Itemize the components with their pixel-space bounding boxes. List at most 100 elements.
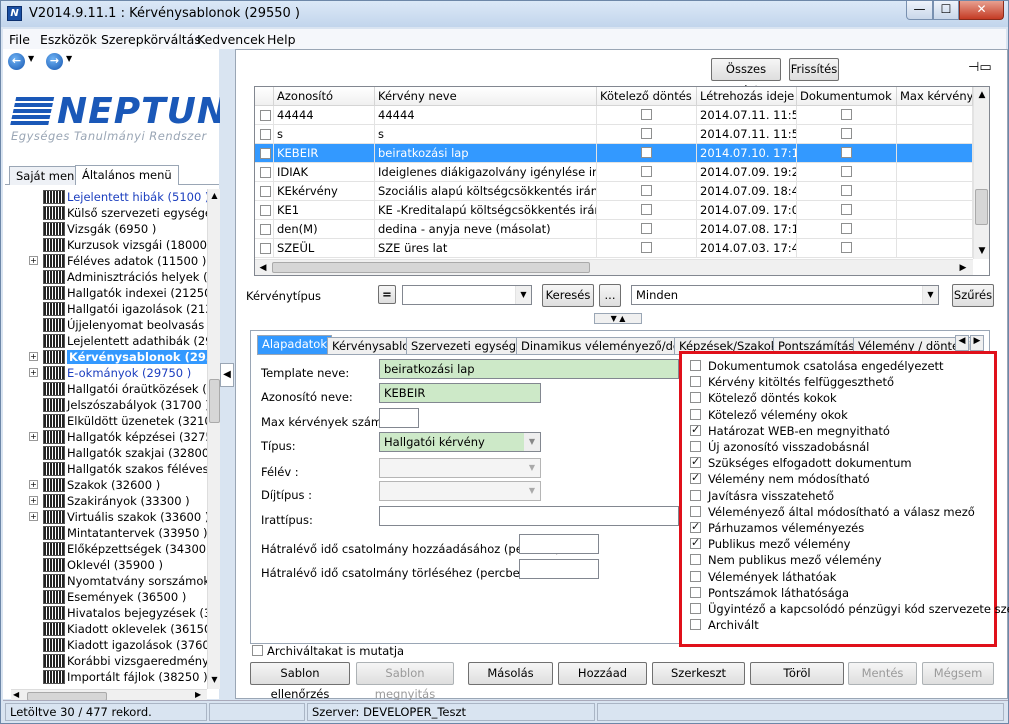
max-requests-input[interactable] (379, 408, 419, 428)
grid-vertical-scrollbar[interactable]: ▲ ▼ (973, 87, 989, 259)
expand-icon[interactable]: + (29, 352, 38, 361)
menu-file[interactable]: File (9, 32, 30, 47)
tree-item[interactable]: Események (36500 ) (11, 589, 207, 605)
template-name-input[interactable]: beiratkozási lap (379, 359, 679, 379)
row-select-checkbox[interactable] (260, 224, 271, 235)
unchecked-checkbox[interactable] (690, 570, 701, 582)
tree-item[interactable]: + Szakirányok (33300 ) (11, 493, 207, 509)
expand-icon[interactable]: + (29, 368, 38, 377)
grid-header-max-requests[interactable]: Max kérvénysz (897, 87, 973, 106)
type-select[interactable]: Hallgatói kérvény ▼ (379, 432, 541, 452)
table-row[interactable]: SZEÜLSZE üres lat 2014.07.03. 17:43:3 (255, 239, 973, 258)
table-row[interactable]: KEkérvény Szociális alapú költségcsökkent… (255, 182, 973, 201)
tab-scroll-right-icon[interactable]: ▶ (970, 335, 984, 351)
show-archived-toggle[interactable]: Archiváltakat is mutatja (252, 644, 404, 658)
option-checkbox-row[interactable]: Véleményező által módosítható a válasz m… (686, 504, 986, 520)
option-checkbox-row[interactable]: Pontszámok láthatósága (686, 585, 986, 601)
tree-item[interactable]: Lejelentett hibák (5100 ) (11, 189, 207, 205)
expand-icon[interactable]: + (29, 480, 38, 489)
unchecked-checkbox[interactable] (690, 441, 701, 452)
action-button[interactable]: Sablon megnyitás (356, 662, 454, 701)
chevron-down-icon[interactable]: ▼ (524, 433, 540, 451)
forward-history-dropdown[interactable]: ▼ (66, 54, 72, 63)
chevron-down-icon[interactable]: ▼ (922, 286, 938, 304)
expand-icon[interactable]: + (29, 256, 38, 265)
chevron-down-icon[interactable]: ▼ (515, 286, 531, 304)
action-button[interactable]: Sablon ellenőrzés (250, 662, 350, 701)
menu-role-switch[interactable]: Szerepkörváltás (101, 32, 201, 47)
tree-scroll-thumb[interactable] (209, 379, 220, 423)
scope-select[interactable]: Minden ▼ (631, 285, 939, 305)
collapse-left-panel-icon[interactable]: ◀ (220, 363, 234, 387)
pin-icon[interactable]: ⊣▭ (968, 60, 992, 75)
menu-tools[interactable]: Eszközök (40, 32, 97, 47)
row-select-checkbox[interactable] (260, 205, 271, 216)
option-checkbox-row[interactable]: Archivált (686, 617, 986, 633)
option-checkbox-row[interactable]: Publikus mező vélemény (686, 536, 986, 552)
tree-item[interactable]: Elküldött üzenetek (32100 ) (11, 413, 207, 429)
tree-item[interactable]: Hivatalos bejegyzések (34400 (11, 605, 207, 621)
show-archived-checkbox[interactable] (252, 645, 263, 656)
tree-item[interactable]: Hallgatók szakjai (32800 ) (11, 445, 207, 461)
tree-item[interactable]: + Szakok (32600 ) (11, 477, 207, 493)
option-checkbox-row[interactable]: Javításra visszatehető (686, 488, 986, 504)
expand-icon[interactable]: + (29, 432, 38, 441)
table-row[interactable]: KEBEIRbeiratkozási lap 2014.07.10. 17:16:… (255, 144, 973, 163)
tree-item[interactable]: Mintatantervek (33950 ) (11, 525, 207, 541)
row-select-checkbox[interactable] (260, 243, 271, 254)
tree-item[interactable]: Nyomtatvány sorszámok (359 (11, 573, 207, 589)
unchecked-checkbox[interactable] (690, 392, 701, 404)
scroll-left-icon[interactable]: ◀ (255, 260, 271, 275)
tree-item[interactable]: Újjelenyomat beolvasás (29300 (11, 317, 207, 333)
option-checkbox-row[interactable]: Dokumentumok csatolása engedélyezett (686, 358, 986, 374)
all-data-button[interactable]: Összes adat (711, 58, 781, 97)
action-button[interactable]: Hozzáad (558, 662, 647, 685)
checked-checkbox[interactable] (690, 471, 701, 485)
menu-help[interactable]: Help (267, 32, 296, 47)
tree-item[interactable]: Importált fájlok (38250 ) (11, 669, 207, 685)
back-arrow-icon[interactable]: ← (8, 53, 25, 70)
scroll-right-icon[interactable]: ▶ (955, 260, 971, 275)
tree-item[interactable]: Oklevél (35900 ) (11, 557, 207, 573)
option-checkbox-row[interactable]: Kérvény kitöltés felfüggeszthető (686, 374, 986, 390)
option-checkbox-row[interactable]: Párhuzamos véleményezés (686, 520, 986, 536)
unchecked-checkbox[interactable] (690, 619, 701, 631)
forward-arrow-icon[interactable]: → (46, 53, 63, 70)
option-checkbox-row[interactable]: Szükséges elfogadott dokumentum (686, 455, 986, 471)
option-checkbox-row[interactable]: Új azonosító visszadobásnál (686, 439, 986, 455)
checked-checkbox[interactable] (690, 423, 701, 436)
tree-item[interactable]: Kiadott igazolások (37600 ) (11, 637, 207, 653)
tree-item[interactable]: Adminisztrációs helyek (3600 (11, 269, 207, 285)
scroll-up-icon[interactable]: ▲ (974, 87, 989, 103)
scroll-down-icon[interactable]: ▼ (974, 243, 989, 259)
unchecked-checkbox[interactable] (690, 505, 701, 517)
option-checkbox-row[interactable]: Ügyintéző a kapcsolódó pénzügyi kód szer… (686, 601, 1009, 617)
action-button[interactable]: Szerkeszt (652, 662, 745, 685)
row-select-checkbox[interactable] (260, 129, 271, 140)
scroll-down-icon[interactable]: ▼ (209, 675, 220, 685)
grid-horizontal-scrollbar[interactable]: ◀ ▶ (255, 259, 973, 275)
row-select-checkbox[interactable] (260, 186, 271, 197)
checked-checkbox[interactable] (690, 520, 701, 533)
id-name-input[interactable]: KEBEIR (379, 383, 541, 403)
split-resize-handle[interactable]: ▼ ▲ (594, 313, 642, 324)
term-select[interactable]: ▼ (379, 458, 541, 478)
filter-button[interactable]: Szűrés (952, 284, 994, 307)
tree-item[interactable]: Előképzettségek (34300 ) (11, 541, 207, 557)
option-checkbox-row[interactable]: Vélemények láthatóak (686, 569, 986, 585)
unchecked-checkbox[interactable] (690, 408, 701, 420)
unchecked-checkbox[interactable] (690, 603, 701, 614)
row-select-checkbox[interactable] (260, 148, 271, 159)
expand-icon[interactable]: + (29, 512, 38, 521)
minimize-button[interactable]: — (906, 1, 933, 20)
unchecked-checkbox[interactable] (690, 586, 701, 598)
tree-item[interactable]: Külső szervezeti egységek (68 (11, 205, 207, 221)
table-row[interactable]: den(M) dedina - anyja neve (másolat) 2014.… (255, 220, 973, 239)
tree-vertical-scrollbar[interactable]: ▲ ▼ (207, 189, 221, 689)
row-select-checkbox[interactable] (260, 110, 271, 121)
chevron-down-icon[interactable]: ▼ (524, 459, 540, 477)
tab-scroll-left-icon[interactable]: ◀ (955, 335, 969, 351)
tree-item[interactable]: + Virtuális szakok (33600 ) (11, 509, 207, 525)
search-button[interactable]: Keresés (542, 284, 594, 307)
scroll-right-icon[interactable]: ▶ (195, 690, 201, 699)
